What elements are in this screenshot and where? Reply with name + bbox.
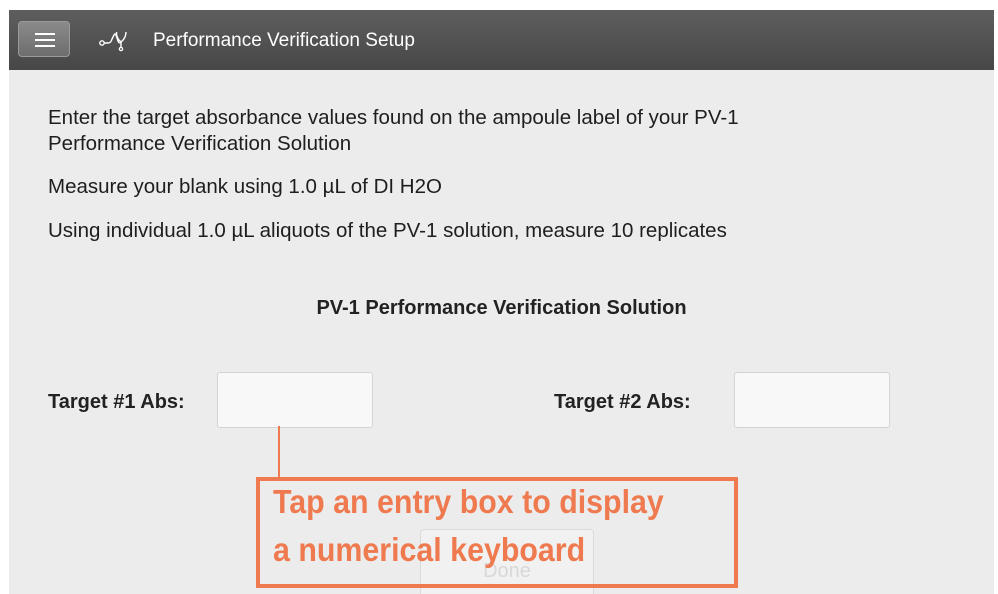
callout-text-line-1: Tap an entry box to display [273,483,664,520]
menu-button[interactable] [18,21,70,57]
target2-label: Target #2 Abs: [554,391,691,413]
instruction-blank: Measure your blank using 1.0 µL of DI H2… [48,175,442,198]
callout-annotation: Tap an entry box to display a numerical … [256,477,738,588]
app-window: Performance Verification Setup Enter the… [9,10,994,594]
hamburger-menu-icon [35,45,55,47]
target2-input[interactable] [734,372,890,428]
title-bar: Performance Verification Setup [9,10,994,70]
instruction-text-line-1: Enter the target absorbance values found… [48,106,739,129]
callout-text-line-2: a numerical keyboard [273,531,586,568]
instruction-text-line-2: Performance Verification Solution [48,132,352,155]
target1-input[interactable] [217,372,373,428]
section-title: PV-1 Performance Verification Solution [316,297,687,319]
hamburger-menu-icon [35,39,55,41]
page-title: Performance Verification Setup [153,30,415,51]
hamburger-menu-icon [35,33,55,35]
callout-pointer-line [278,426,280,478]
target1-label: Target #1 Abs: [48,391,185,413]
instruction-replicates: Using individual 1.0 µL aliquots of the … [48,219,727,242]
stethoscope-icon [99,31,127,52]
